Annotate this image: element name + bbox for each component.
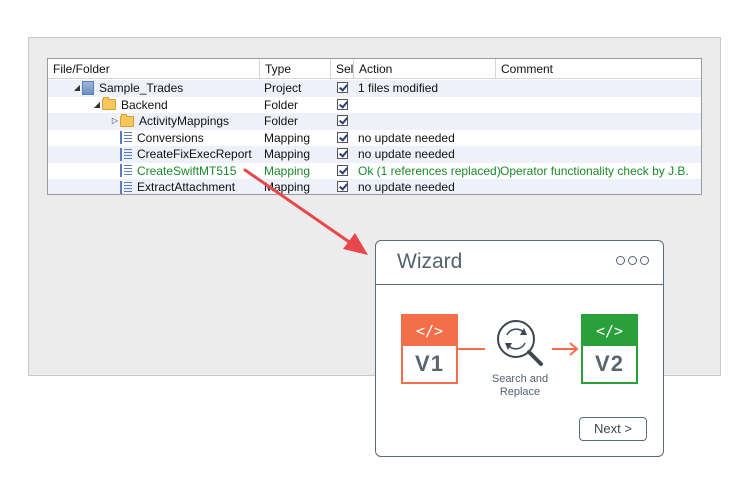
- select-checkbox[interactable]: [337, 181, 348, 192]
- row-name: CreateSwiftMT515: [137, 163, 237, 178]
- row-type: Project: [264, 81, 302, 95]
- select-checkbox[interactable]: [337, 82, 348, 93]
- row-name: CreateFixExecReport: [137, 147, 252, 161]
- mapping-icon: [120, 164, 132, 177]
- next-button[interactable]: Next >: [579, 417, 647, 441]
- version-2-label: V2: [595, 351, 624, 376]
- row-type: Mapping: [264, 180, 311, 194]
- wizard-title: Wizard: [397, 250, 463, 273]
- connector-line: [458, 348, 485, 350]
- collapse-triangle-icon[interactable]: ◢: [72, 80, 82, 96]
- select-checkbox[interactable]: [337, 131, 348, 143]
- row-type: Mapping: [264, 147, 311, 161]
- row-action: no update needed: [358, 147, 455, 161]
- row-name: Backend: [121, 97, 168, 112]
- row-name: Sample_Trades: [99, 81, 184, 95]
- table-row[interactable]: ◢ Backend Folder: [48, 97, 701, 114]
- mapping-icon: [120, 147, 132, 161]
- expand-triangle-icon[interactable]: ▷: [110, 113, 120, 129]
- select-checkbox[interactable]: [337, 164, 348, 176]
- row-action: [354, 113, 358, 129]
- column-header-file-folder[interactable]: File/Folder: [48, 59, 260, 79]
- row-name: ActivityMappings: [139, 114, 230, 128]
- wizard-header: Wizard: [376, 241, 663, 285]
- row-comment: [496, 97, 500, 113]
- mapping-icon: [120, 180, 132, 194]
- version-2-card: </> V2: [581, 314, 638, 384]
- table-row[interactable]: CreateFixExecReport Mapping no update ne…: [48, 146, 701, 163]
- table-row[interactable]: CreateSwiftMT515 Mapping Ok (1 reference…: [48, 163, 701, 180]
- column-header-type[interactable]: Type: [260, 59, 331, 79]
- table-header: File/Folder Type Sel Action Comment: [48, 59, 701, 79]
- code-icon: </>: [583, 316, 636, 346]
- row-action: [354, 97, 358, 113]
- collapse-triangle-icon[interactable]: ◢: [92, 97, 102, 113]
- table-row[interactable]: ExtractAttachment Mapping no update need…: [48, 179, 701, 194]
- more-options-icon[interactable]: [616, 256, 649, 265]
- row-type: Folder: [264, 97, 299, 112]
- row-action: 1 files modified: [358, 81, 439, 95]
- mapping-icon: [120, 131, 132, 144]
- select-checkbox[interactable]: [337, 148, 348, 159]
- search-replace-icon: [497, 320, 543, 366]
- row-type: Folder: [264, 114, 299, 128]
- version-1-card: </> V1: [401, 314, 458, 384]
- row-type: Mapping: [264, 163, 311, 178]
- row-comment: [496, 179, 500, 194]
- search-replace-label: Search and Replace: [491, 373, 549, 398]
- select-checkbox[interactable]: [337, 98, 348, 110]
- wizard-window: Wizard </> V1 Search and Replace </> V2 …: [375, 240, 664, 457]
- row-action: no update needed: [358, 180, 455, 194]
- row-comment: [496, 80, 500, 96]
- select-checkbox[interactable]: [337, 115, 348, 126]
- project-icon: [82, 81, 94, 95]
- code-icon: </>: [403, 316, 456, 346]
- version-1-label: V1: [415, 351, 444, 376]
- row-type: Mapping: [264, 130, 311, 145]
- row-name: ExtractAttachment: [137, 180, 236, 194]
- table-row[interactable]: ◢ Sample_Trades Project 1 files modified: [48, 80, 701, 97]
- row-action: no update needed: [358, 130, 455, 145]
- row-comment: [496, 130, 500, 146]
- row-comment: [496, 113, 500, 129]
- row-action: Ok (1 references replaced): [358, 163, 501, 178]
- connector-arrow-icon: [552, 342, 579, 356]
- row-name: Conversions: [137, 130, 204, 145]
- row-comment: [496, 146, 500, 162]
- column-header-action[interactable]: Action: [354, 59, 496, 79]
- column-header-sel[interactable]: Sel: [331, 59, 354, 79]
- folder-icon: [102, 97, 116, 110]
- column-header-comment[interactable]: Comment: [496, 59, 701, 79]
- table-row[interactable]: Conversions Mapping no update needed: [48, 130, 701, 147]
- file-tree-table: File/Folder Type Sel Action Comment ◢ Sa…: [47, 58, 702, 195]
- table-row[interactable]: ▷ ActivityMappings Folder: [48, 113, 701, 130]
- row-comment: Operator functionality check by J.B.: [500, 163, 689, 178]
- folder-icon: [120, 113, 134, 127]
